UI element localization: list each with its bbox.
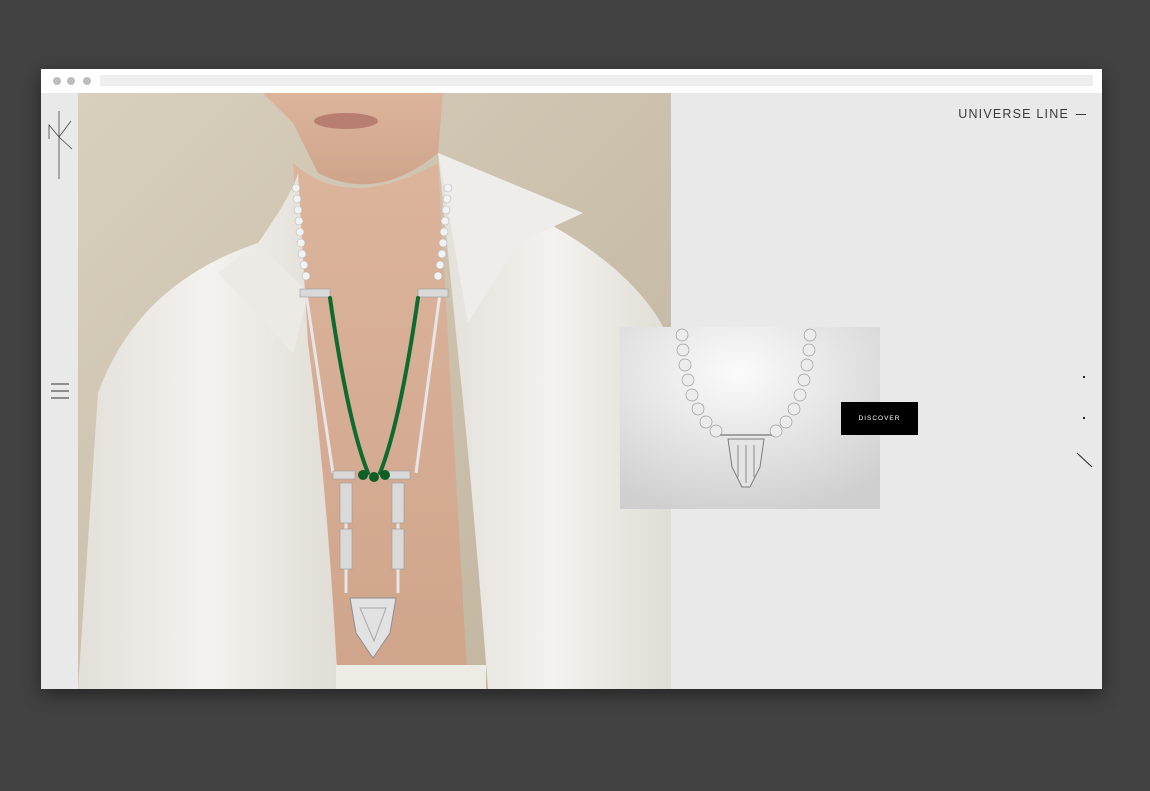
nk-monogram-icon[interactable]: [45, 109, 73, 181]
window-maximize-dot[interactable]: [83, 77, 91, 85]
address-bar[interactable]: [100, 75, 1093, 86]
slide-indicator-dot[interactable]: [1083, 417, 1085, 419]
dash-icon: [1076, 113, 1086, 115]
universe-line-label: UNIVERSE LINE: [958, 107, 1069, 121]
discover-button[interactable]: DISCOVER: [841, 402, 918, 435]
window-close-dot[interactable]: [53, 77, 61, 85]
browser-titlebar: [41, 69, 1102, 93]
browser-window: UNIVERSE LINE DISCOVER: [41, 69, 1102, 689]
hamburger-menu-icon[interactable]: [50, 382, 70, 400]
diagonal-arrow-icon[interactable]: [1076, 452, 1094, 468]
window-minimize-dot[interactable]: [67, 77, 75, 85]
slide-indicator-dot[interactable]: [1083, 376, 1085, 378]
hero-model-image: [78, 93, 671, 689]
sidebar: [41, 93, 78, 689]
universe-line-link[interactable]: UNIVERSE LINE: [958, 107, 1086, 121]
